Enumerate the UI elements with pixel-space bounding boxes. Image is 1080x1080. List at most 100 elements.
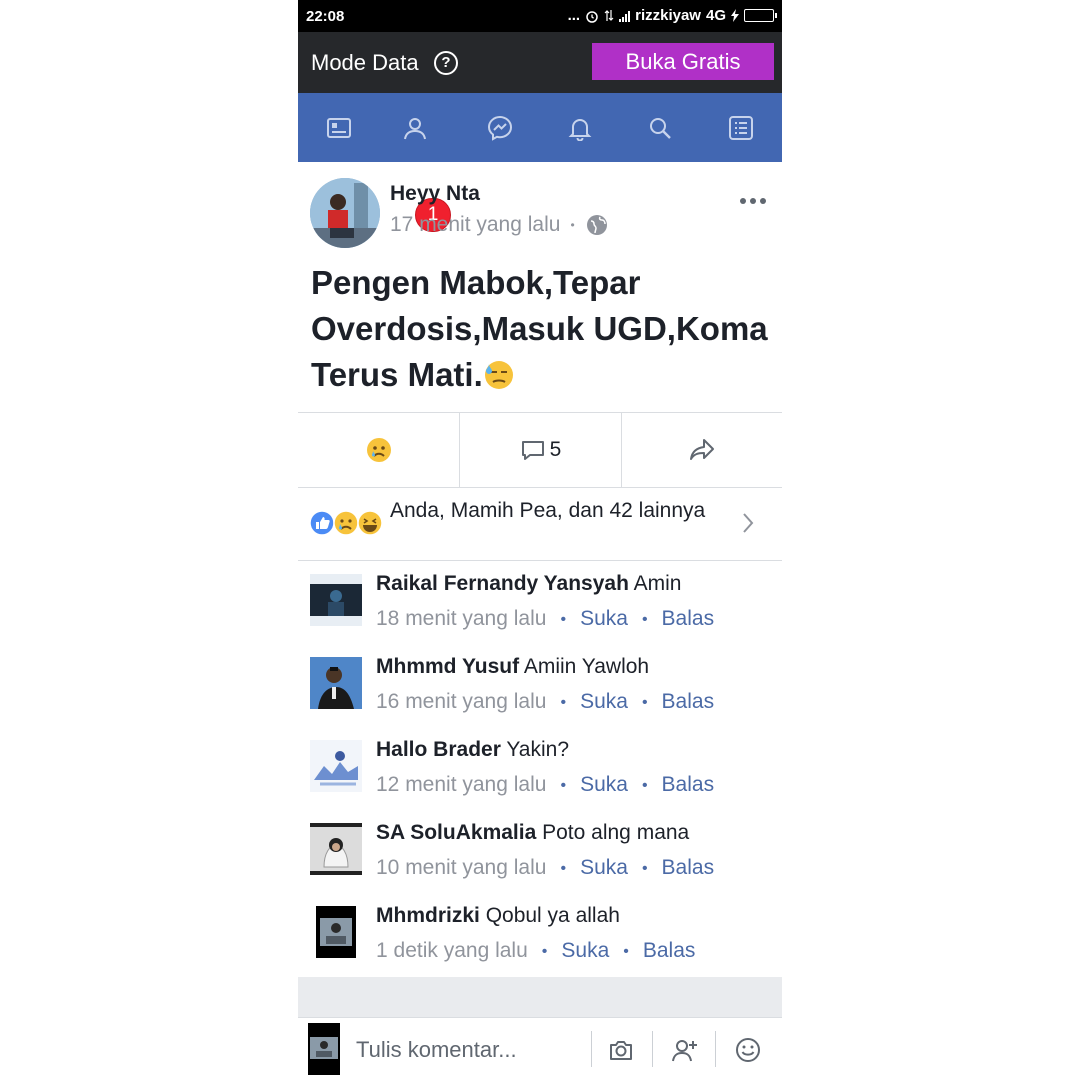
post-author-name[interactable]: Heyy Nta xyxy=(390,182,480,206)
network-type: 4G xyxy=(705,7,726,24)
post-options-icon[interactable] xyxy=(740,198,766,204)
help-icon[interactable]: ? xyxy=(434,51,458,75)
composer-divider xyxy=(715,1031,716,1067)
comment-icon xyxy=(521,441,544,460)
phone-screen: 22:08 ... rizzkiyaw 4G Mode Data ? Buka … xyxy=(298,0,782,1080)
commenter-name[interactable]: Raikal Fernandy Yansyah xyxy=(376,572,629,595)
chevron-right-icon xyxy=(743,513,754,533)
share-button[interactable] xyxy=(622,413,782,487)
comment-text: Yakin? xyxy=(506,738,569,761)
reactions-text: Anda, Mamih Pea, dan 42 lainnya xyxy=(390,499,706,522)
reactions-summary[interactable]: Anda, Mamih Pea, dan 42 lainnya xyxy=(298,487,782,561)
status-more-dots: ... xyxy=(567,7,581,24)
comment-time: 10 menit yang lalu xyxy=(376,856,547,879)
like-link[interactable]: Suka xyxy=(561,939,609,965)
camera-icon[interactable] xyxy=(608,1037,634,1063)
commenter-avatar[interactable] xyxy=(310,657,362,709)
comment-button[interactable]: 5 xyxy=(460,413,621,487)
menu-icon[interactable] xyxy=(728,115,754,141)
meta-dot: • xyxy=(560,860,567,877)
comment-line: Mhmdrizki Qobul ya allah xyxy=(376,904,620,928)
meta-dot: • xyxy=(641,860,648,877)
data-mode-label: Mode Data xyxy=(311,50,419,75)
sweat-emoji-icon xyxy=(484,361,513,389)
commenter-name[interactable]: Mhmmd Yusuf xyxy=(376,655,519,678)
open-free-button[interactable]: Buka Gratis xyxy=(592,43,774,80)
meta-dot: • xyxy=(641,777,648,794)
meta-dot: • xyxy=(541,943,548,960)
comment-item: Raikal Fernandy Yansyah Amin 18 menit ya… xyxy=(298,562,782,644)
sad-reaction-icon xyxy=(333,510,359,536)
post-body: Pengen Mabok,Tepar Overdosis,Masuk UGD,K… xyxy=(311,260,771,398)
comment-meta: 16 menit yang lalu • Suka • Balas xyxy=(376,690,714,716)
charging-icon xyxy=(731,9,739,22)
reply-link[interactable]: Balas xyxy=(662,856,715,882)
commenter-avatar[interactable] xyxy=(316,906,356,958)
post-time[interactable]: 17 menit yang lalu xyxy=(390,213,560,237)
author-avatar[interactable] xyxy=(310,178,380,248)
reply-link[interactable]: Balas xyxy=(662,607,715,633)
comment-text: Amiin Yawloh xyxy=(523,655,650,678)
reply-link[interactable]: Balas xyxy=(643,939,696,965)
comment-time: 18 menit yang lalu xyxy=(376,607,547,630)
friends-icon[interactable] xyxy=(402,115,428,141)
commenter-avatar[interactable] xyxy=(310,740,362,792)
comment-input[interactable]: Tulis komentar... xyxy=(356,1037,517,1063)
own-avatar xyxy=(308,1023,340,1075)
meta-dot: • xyxy=(623,943,629,960)
feed-icon[interactable] xyxy=(326,115,352,141)
meta-dot: • xyxy=(560,777,567,794)
top-nav: 10 1 xyxy=(298,93,782,232)
like-link[interactable]: Suka xyxy=(580,690,628,716)
status-indicators: ... rizzkiyaw 4G xyxy=(567,7,777,24)
tag-friend-icon[interactable] xyxy=(672,1037,698,1063)
emoji-icon[interactable] xyxy=(735,1037,761,1063)
bell-icon[interactable] xyxy=(567,115,593,141)
like-link[interactable]: Suka xyxy=(580,607,628,633)
comment-line: Mhmmd Yusuf Amiin Yawloh xyxy=(376,655,649,679)
comment-item: SA SoluAkmalia Poto alng mana 10 menit y… xyxy=(298,811,782,893)
like-link[interactable]: Suka xyxy=(580,856,628,882)
feed-spacer xyxy=(298,977,782,1017)
signal-icon xyxy=(619,10,631,22)
commenter-name[interactable]: Mhmdrizki xyxy=(376,904,480,927)
share-icon xyxy=(690,439,714,460)
comment-count: 5 xyxy=(549,438,562,461)
react-button[interactable] xyxy=(298,413,459,487)
battery-icon xyxy=(744,9,777,22)
status-time: 22:08 xyxy=(306,8,345,25)
data-mode-bar: Mode Data ? Buka Gratis xyxy=(298,32,782,93)
commenter-avatar[interactable] xyxy=(310,574,362,626)
sad-reaction-icon xyxy=(366,438,391,462)
like-reaction-icon xyxy=(309,510,335,536)
comment-line: Raikal Fernandy Yansyah Amin xyxy=(376,572,681,596)
meta-dot: • xyxy=(560,694,567,711)
haha-reaction-icon xyxy=(357,510,383,536)
search-icon[interactable] xyxy=(647,115,673,141)
comment-line: SA SoluAkmalia Poto alng mana xyxy=(376,821,689,845)
commenter-avatar[interactable] xyxy=(310,823,362,875)
post-action-bar: 5 xyxy=(298,412,782,488)
comment-item: Mhmdrizki Qobul ya allah 1 detik yang la… xyxy=(298,894,782,976)
reply-link[interactable]: Balas xyxy=(662,690,715,716)
comment-text: Qobul ya allah xyxy=(485,904,620,927)
commenter-name[interactable]: SA SoluAkmalia xyxy=(376,821,536,844)
data-arrows-icon xyxy=(604,10,614,21)
carrier-name: rizzkiyaw xyxy=(635,7,701,24)
comment-meta: 10 menit yang lalu • Suka • Balas xyxy=(376,856,714,882)
comment-time: 16 menit yang lalu xyxy=(376,690,547,713)
meta-dot: • xyxy=(641,694,648,711)
like-link[interactable]: Suka xyxy=(580,773,628,799)
reaction-icons xyxy=(309,510,383,536)
alarm-icon xyxy=(586,10,598,23)
comment-meta: 12 menit yang lalu • Suka • Balas xyxy=(376,773,714,799)
composer-divider xyxy=(652,1031,653,1067)
comment-meta: 1 detik yang lalu • Suka • Balas xyxy=(376,939,695,965)
meta-dot: • xyxy=(641,611,648,628)
comment-text: Amin xyxy=(633,572,682,595)
commenter-name[interactable]: Hallo Brader xyxy=(376,738,501,761)
reply-link[interactable]: Balas xyxy=(662,773,715,799)
messenger-icon[interactable] xyxy=(487,115,513,141)
post-meta: 17 menit yang lalu • xyxy=(390,213,609,237)
status-bar: 22:08 ... rizzkiyaw 4G xyxy=(298,0,782,32)
